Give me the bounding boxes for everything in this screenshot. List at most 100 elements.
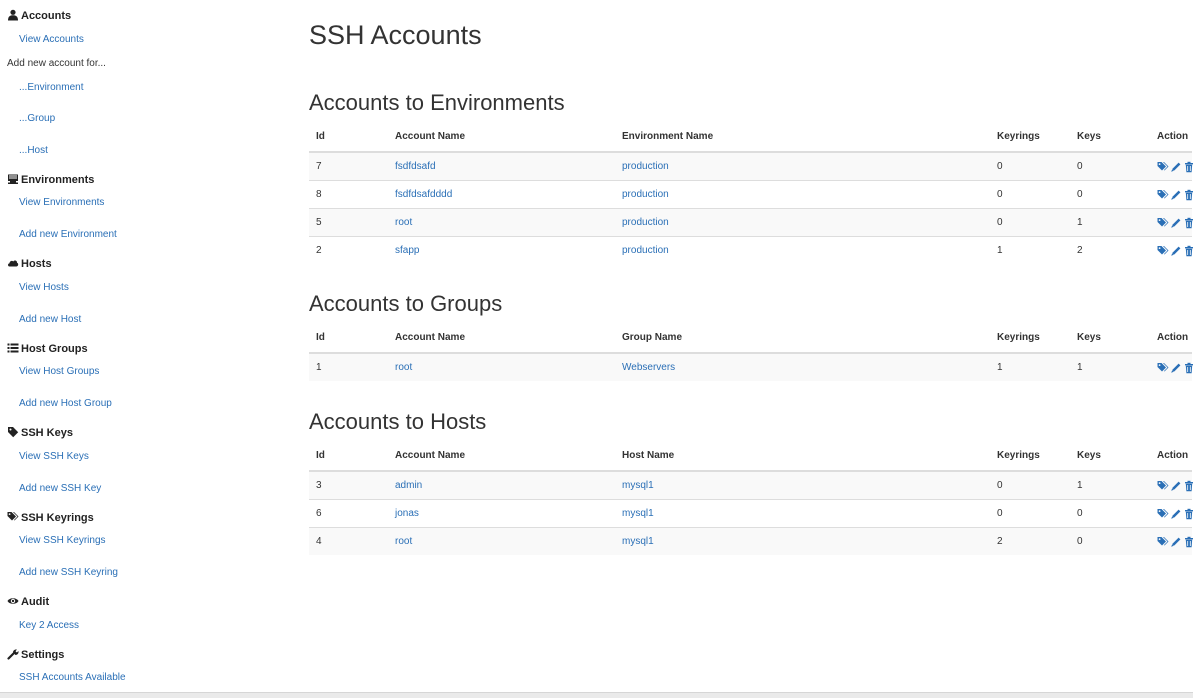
target-cell: production [615, 180, 990, 209]
keyrings-count: 0 [990, 471, 1070, 500]
account-name-link[interactable]: root [395, 217, 412, 228]
sidebar-heading-settings-label: Settings [21, 649, 65, 661]
sidebar-heading-accounts-label: Accounts [21, 10, 72, 22]
row-id: 3 [309, 471, 388, 500]
sidebar-item-view-environments[interactable]: View Environments [19, 196, 104, 210]
account-name-link[interactable]: admin [395, 480, 422, 491]
target-name-link[interactable]: mysql1 [622, 480, 654, 491]
target-name-link[interactable]: production [622, 217, 669, 228]
delete-icon[interactable] [1183, 161, 1193, 172]
target-cell: mysql1 [615, 471, 990, 500]
target-name-link[interactable]: production [622, 161, 669, 172]
target-cell: mysql1 [615, 527, 990, 555]
account-name-link[interactable]: sfapp [395, 245, 419, 256]
list-icon [7, 342, 19, 354]
column-header: Action [1150, 323, 1192, 354]
manage-keys-icon[interactable] [1157, 161, 1170, 172]
edit-icon[interactable] [1170, 508, 1183, 519]
manage-keys-icon[interactable] [1157, 508, 1170, 519]
column-header: Keys [1070, 441, 1150, 472]
keys-count: 0 [1070, 527, 1150, 555]
target-name-link[interactable]: mysql1 [622, 508, 654, 519]
column-header: Keyrings [990, 323, 1070, 354]
column-header: Keys [1070, 323, 1150, 354]
manage-keys-icon[interactable] [1157, 217, 1170, 228]
target-name-link[interactable]: production [622, 245, 669, 256]
sidebar-heading-audit: Audit [7, 595, 49, 609]
edit-icon[interactable] [1170, 189, 1183, 200]
sidebar-item-ssh-accounts-available[interactable]: SSH Accounts Available [19, 671, 126, 685]
delete-icon[interactable] [1183, 480, 1193, 491]
tag-icon [7, 426, 19, 438]
delete-icon[interactable] [1183, 536, 1193, 547]
target-cell: production [615, 208, 990, 237]
sidebar-item-add-account-group[interactable]: ...Group [19, 112, 55, 126]
sidebar-item-key-2-access[interactable]: Key 2 Access [19, 619, 79, 633]
sidebar-item-add-environment[interactable]: Add new Environment [19, 228, 117, 242]
sidebar-heading-ssh-keys-label: SSH Keys [21, 427, 73, 439]
column-header: Account Name [388, 323, 615, 354]
delete-icon[interactable] [1183, 362, 1193, 373]
sidebar-heading-environments: Environments [7, 173, 94, 187]
manage-keys-icon[interactable] [1157, 245, 1170, 256]
account-name-link[interactable]: fsdfdsafd [395, 161, 436, 172]
row-id: 2 [309, 236, 388, 264]
account-cell: fsdfdsafd [388, 152, 615, 181]
target-cell: production [615, 152, 990, 181]
column-header: Id [309, 122, 388, 153]
keys-count: 1 [1070, 471, 1150, 500]
sidebar-item-add-account-environment[interactable]: ...Environment [19, 81, 83, 95]
keyrings-count: 0 [990, 152, 1070, 181]
column-header: Host Name [615, 441, 990, 472]
delete-icon[interactable] [1183, 508, 1193, 519]
delete-icon[interactable] [1183, 217, 1193, 228]
edit-icon[interactable] [1170, 536, 1183, 547]
account-name-link[interactable]: fsdfdsafdddd [395, 189, 452, 200]
sidebar-item-add-ssh-key[interactable]: Add new SSH Key [19, 482, 101, 496]
sidebar-add-account-label: Add new account for... [7, 58, 106, 69]
sidebar-item-view-host-groups[interactable]: View Host Groups [19, 365, 99, 379]
target-name-link[interactable]: production [622, 189, 669, 200]
manage-keys-icon[interactable] [1157, 536, 1170, 547]
target-name-link[interactable]: Webservers [622, 362, 675, 373]
tags-icon [7, 511, 19, 523]
edit-icon[interactable] [1170, 362, 1183, 373]
action-cell [1150, 527, 1193, 555]
target-cell: mysql1 [615, 499, 990, 528]
account-name-link[interactable]: root [395, 362, 412, 373]
column-header: Id [309, 441, 388, 472]
row-id: 6 [309, 499, 388, 528]
sidebar-item-add-ssh-keyring[interactable]: Add new SSH Keyring [19, 566, 118, 580]
manage-keys-icon[interactable] [1157, 480, 1170, 491]
sidebar-item-add-host[interactable]: Add new Host [19, 313, 81, 327]
sidebar-heading-hosts-label: Hosts [21, 258, 52, 270]
edit-icon[interactable] [1170, 217, 1183, 228]
edit-icon[interactable] [1170, 161, 1183, 172]
target-name-link[interactable]: mysql1 [622, 536, 654, 547]
sidebar-item-view-hosts[interactable]: View Hosts [19, 281, 69, 295]
sidebar-item-view-ssh-keyrings[interactable]: View SSH Keyrings [19, 534, 106, 548]
column-header: Account Name [388, 441, 615, 472]
keyrings-count: 0 [990, 208, 1070, 237]
action-cell [1150, 152, 1193, 181]
manage-keys-icon[interactable] [1157, 362, 1170, 373]
sidebar-item-view-ssh-keys[interactable]: View SSH Keys [19, 450, 89, 464]
edit-icon[interactable] [1170, 480, 1183, 491]
column-header: Keys [1070, 122, 1150, 153]
delete-icon[interactable] [1183, 245, 1193, 256]
action-cell [1150, 499, 1193, 528]
keyrings-count: 1 [990, 236, 1070, 264]
account-name-link[interactable]: root [395, 536, 412, 547]
account-name-link[interactable]: jonas [395, 508, 419, 519]
edit-icon[interactable] [1170, 245, 1183, 256]
sidebar-heading-ssh-keyrings: SSH Keyrings [7, 511, 94, 525]
delete-icon[interactable] [1183, 189, 1193, 200]
sidebar-heading-audit-label: Audit [21, 596, 50, 608]
sidebar-item-view-accounts[interactable]: View Accounts [19, 33, 84, 47]
window-bottom-edge [0, 692, 1193, 698]
sidebar-item-add-account-host[interactable]: ...Host [19, 144, 48, 158]
manage-keys-icon[interactable] [1157, 189, 1170, 200]
account-cell: root [388, 208, 615, 237]
keys-count: 1 [1070, 208, 1150, 237]
sidebar-item-add-host-group[interactable]: Add new Host Group [19, 397, 112, 411]
